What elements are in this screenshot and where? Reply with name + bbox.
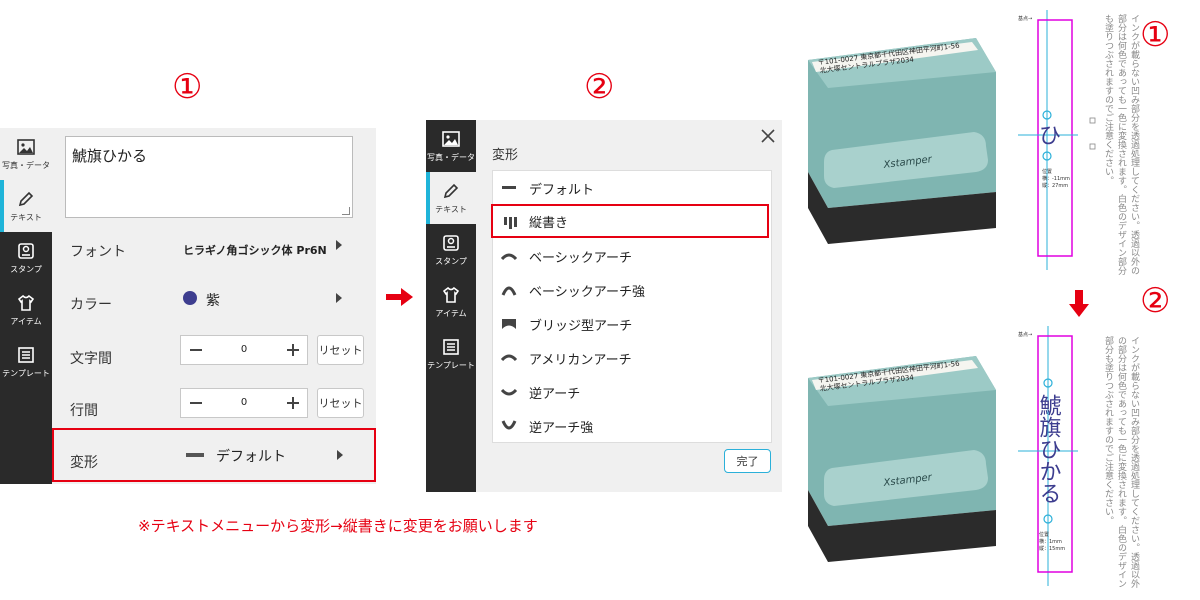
bridge-arch-icon [502,319,516,329]
flat-line-icon [186,453,204,457]
transform-option-reverse-arch[interactable]: 逆アーチ [493,375,771,409]
template-icon [443,339,459,355]
transform-value: デフォルト [216,449,286,465]
sidebar-item-template[interactable]: テンプレート [0,336,52,388]
sidebar-item-stamp[interactable]: スタンプ [426,224,476,276]
color-chevron-icon[interactable] [336,293,342,303]
base-point-label: 基点→ [1018,15,1032,22]
stamp-icon [443,235,459,251]
transform-option-american-arch[interactable]: アメリカンアーチ [493,341,771,375]
transform-option-default[interactable]: デフォルト [493,171,771,205]
position-2-v: 縦：15mm [1039,545,1065,552]
plus-icon-vertical[interactable] [292,397,294,409]
font-value[interactable]: ヒラギノ角ゴシック体 Pr6N [183,242,327,258]
sidebar-item-text[interactable]: テキスト [0,180,52,232]
transform-row-highlight[interactable]: 変形 デフォルト [52,428,376,482]
sidebar: 写真・データ テキスト スタンプ アイテム テンプレート [0,128,52,484]
vertical-text-icon [504,217,517,229]
letter-spacing-reset-button[interactable]: リセット [317,335,364,365]
arrow-right-icon [386,288,413,306]
stamp-icon [18,243,34,259]
reverse-arch-icon [501,388,517,396]
position-2-title: 位置 [1039,531,1049,538]
step-number-2-right: ② [1140,281,1171,321]
sidebar-2: 写真・データ テキスト スタンプ アイテム テンプレート [426,120,476,492]
side-note-1: インクが載らない凹み部分を透過処理してください。透過以外の部分は何色であっても一… [1103,14,1139,275]
transform-label: 変形 [70,455,98,471]
transform-option-basic-arch-strong[interactable]: ベーシックアーチ強 [493,273,771,307]
transform-panel-title: 変形 [492,148,519,163]
color-swatch[interactable] [183,291,197,305]
transform-panel: 写真・データ テキスト スタンプ アイテム テンプレート 変形 デフォルト 縦書… [426,120,782,492]
sidebar-item-item[interactable]: アイテム [426,276,476,328]
instruction-note: ※テキストメニューから変形→縦書きに変更をお願いします [138,517,538,535]
transform-option-bridge-arch[interactable]: ブリッジ型アーチ [493,307,771,341]
tshirt-icon [17,294,35,311]
letter-spacing-stepper[interactable]: 0 [180,335,308,365]
text-settings-panel: 写真・データ テキスト スタンプ アイテム テンプレート 鯱旗ひかる フォント … [0,128,376,484]
line-spacing-label: 行間 [70,403,98,419]
font-label: フォント [70,244,126,260]
plus-icon-vertical[interactable] [292,344,294,356]
step-number-2: ② [584,67,615,107]
strong-reverse-arch-icon [501,420,517,430]
preview-1-text: ひ [1039,124,1061,149]
text-input-value: 鯱旗ひかる [72,147,148,165]
sidebar-item-photo-data[interactable]: 写真・データ [426,120,476,172]
transform-options-list: デフォルト 縦書き ベーシックアーチ ベーシックアーチ強 ブリッジ型アーチ アメ… [491,170,772,443]
image-icon [442,131,460,147]
base-point-label: 基点→ [1018,331,1032,338]
position-1-h: 横：-11mm [1042,175,1070,182]
arrow-down-icon [1069,290,1089,317]
resize-handle[interactable] [342,207,350,215]
transform-option-vertical[interactable]: 縦書き [491,204,769,238]
transform-chevron-icon[interactable] [337,450,343,460]
step-number-1: ① [172,67,203,107]
letter-spacing-label: 文字間 [70,351,112,367]
sidebar-item-item[interactable]: アイテム [0,284,52,336]
close-icon[interactable] [760,128,776,144]
font-chevron-icon[interactable] [336,240,342,250]
sidebar-item-template[interactable]: テンプレート [426,328,476,380]
position-2-h: 横：1mm [1039,538,1062,545]
pencil-icon [443,183,459,199]
transform-option-reverse-arch-strong[interactable]: 逆アーチ強 [493,409,771,443]
pencil-icon [18,191,34,207]
side-note-2: インクが載らない凹み部分を透過処理してください。透過以外の部分は何色であっても一… [1103,336,1139,588]
line-spacing-stepper[interactable]: 0 [180,388,308,418]
line-spacing-reset-button[interactable]: リセット [317,388,364,418]
done-button[interactable]: 完了 [724,449,771,473]
stamp-image-2: 〒101-0027 東京都千代田区神田平河町1-56 北大塚セントラルプラザ20… [808,356,996,562]
color-label: カラー [70,297,112,313]
image-icon [17,139,35,155]
sidebar-item-photo-data[interactable]: 写真・データ [0,128,52,180]
sidebar-item-text[interactable]: テキスト [426,172,476,224]
transform-option-basic-arch[interactable]: ベーシックアーチ [493,239,771,273]
position-1-v: 縦：27mm [1042,182,1068,189]
step-number-1-right: ① [1140,15,1171,55]
arch-icon [501,253,517,261]
text-input[interactable]: 鯱旗ひかる [65,136,353,218]
preview-2-text: 鯱旗ひかる [1036,394,1062,504]
tshirt-icon [442,286,460,303]
american-arch-icon [501,354,517,362]
position-1-title: 位置 [1042,168,1052,175]
strong-arch-icon [501,286,517,296]
flat-line-icon [502,186,516,189]
sidebar-item-stamp[interactable]: スタンプ [0,232,52,284]
template-icon [18,347,34,363]
color-value[interactable]: 紫 [206,290,220,310]
stamp-image-1: 〒101-0027 東京都千代田区神田平河町1-56 北大塚セントラルプラザ20… [808,38,996,244]
